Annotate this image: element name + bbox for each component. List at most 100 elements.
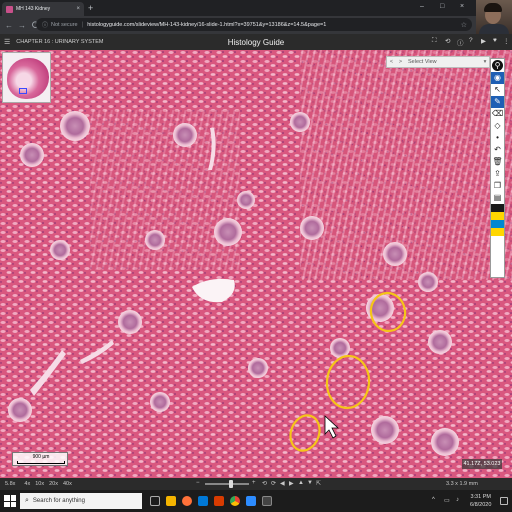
tray-overflow-icon[interactable]: ^ <box>432 497 435 503</box>
zoom-in-icon[interactable]: + <box>252 480 256 486</box>
info-icon[interactable]: ⓘ <box>42 20 48 29</box>
play-icon[interactable]: ▶ <box>481 37 486 45</box>
pan-right-icon[interactable]: ▶ <box>289 480 294 487</box>
zoom-out-icon[interactable]: − <box>196 480 200 486</box>
prev-view-button[interactable]: < <box>387 59 396 65</box>
glomerulus <box>383 242 407 266</box>
taskbar-search[interactable]: ⌕ Search for anything <box>20 493 142 509</box>
glomerulus <box>20 143 44 167</box>
info-icon[interactable]: ⓘ <box>457 37 464 47</box>
select-view-label[interactable]: Select View <box>405 59 481 65</box>
glomerulus <box>214 218 242 246</box>
chrome-icon[interactable] <box>230 496 240 506</box>
system-clock[interactable]: 3:31 PM 6/8/2020 <box>470 493 491 509</box>
help-icon[interactable]: ? <box>469 37 473 44</box>
slide-thumbnail[interactable] <box>2 52 51 103</box>
minimize-button[interactable]: – <box>420 3 424 10</box>
address-toolbar: ← → ⓘ Not secure | histologyguide.com/sl… <box>0 16 512 34</box>
notification-icon[interactable] <box>500 497 508 505</box>
glomerulus <box>150 392 170 412</box>
new-tab-button[interactable]: + <box>88 3 93 13</box>
zoom-10x-button[interactable]: 10x <box>35 481 44 487</box>
select-view-dropdown[interactable]: < > Select View ▾ <box>386 56 490 68</box>
zoom-4x-button[interactable]: 4x <box>24 481 30 487</box>
more-options-icon[interactable]: ⋮ <box>503 37 510 45</box>
glomerulus <box>418 272 438 292</box>
fullscreen-icon[interactable]: ⛶ <box>432 37 437 45</box>
browser-tab-bar: MH 143 Kidney × + – □ × <box>0 0 512 16</box>
glomerulus <box>428 330 452 354</box>
thumbnail-viewport-box[interactable] <box>19 88 27 94</box>
close-window-button[interactable]: × <box>460 3 464 10</box>
trash-tool-icon[interactable]: 🗑 <box>491 156 504 168</box>
task-view-icon[interactable] <box>150 496 160 506</box>
url-text[interactable]: histologyguide.com/slideview/MH-143-kidn… <box>87 22 461 28</box>
favicon-icon <box>6 5 13 13</box>
mail-icon[interactable] <box>198 496 208 506</box>
dot-tool-icon[interactable]: • <box>491 132 504 144</box>
tab-close-button[interactable]: × <box>76 6 80 12</box>
url-bar[interactable]: ⓘ Not secure | histologyguide.com/slidev… <box>36 18 472 31</box>
home-view-icon[interactable]: ⇱ <box>316 480 321 487</box>
slide-viewer[interactable]: < > Select View ▾ ⚲ ◉ ↖ ✎ ⌫ ◇ • ↶ 🗑 ⇪ ❐ ▤ 900 µm 41… <box>0 50 512 478</box>
doc-tool-icon[interactable]: ▤ <box>491 192 504 204</box>
field-dimensions: 3.3 x 1.9 mm <box>446 481 478 487</box>
glomerulus <box>60 111 90 141</box>
zoom-slider-knob[interactable] <box>229 480 233 488</box>
firefox-icon[interactable] <box>182 496 192 506</box>
copy-tool-icon[interactable]: ❐ <box>491 180 504 192</box>
chapter-label[interactable]: CHAPTER 16 : URINARY SYSTEM <box>16 39 103 45</box>
tab-title: MH 143 Kidney <box>16 6 51 12</box>
glomerulus <box>173 123 197 147</box>
forward-button[interactable]: → <box>18 21 26 30</box>
eye-tool-icon[interactable]: ◉ <box>491 72 504 84</box>
favorite-icon[interactable]: ♥ <box>493 37 497 44</box>
next-view-button[interactable]: > <box>396 59 405 65</box>
rotate-left-icon[interactable]: ⟲ <box>262 480 267 487</box>
color-swatch[interactable] <box>491 220 504 228</box>
color-swatch[interactable] <box>491 212 504 220</box>
windows-start-icon[interactable] <box>4 495 16 507</box>
volume-icon[interactable]: ♪ <box>456 497 459 503</box>
pointer-tool-icon[interactable]: ↖ <box>491 84 504 96</box>
windows-taskbar: ⌕ Search for anything ^ ▭ ♪ 3:31 PM 6/8/… <box>0 490 512 512</box>
marker-tool-icon[interactable]: ⚲ <box>492 60 503 71</box>
pen-tool-icon[interactable]: ✎ <box>491 96 504 108</box>
rotate-right-icon[interactable]: ⟳ <box>271 480 276 487</box>
zoom-app-icon[interactable] <box>246 496 256 506</box>
glomerulus <box>248 358 268 378</box>
pan-down-icon[interactable]: ▼ <box>307 480 313 486</box>
color-swatch[interactable] <box>491 204 504 212</box>
coordinate-readout: 41.17Z, 53.023 <box>462 459 502 469</box>
network-icon[interactable]: ▭ <box>444 497 450 504</box>
zoom-20x-button[interactable]: 20x <box>49 481 58 487</box>
pan-left-icon[interactable]: ◀ <box>280 480 285 487</box>
back-button[interactable]: ← <box>5 21 13 30</box>
glomerulus <box>50 240 70 260</box>
upload-tool-icon[interactable]: ⇪ <box>491 168 504 180</box>
powerpoint-icon[interactable] <box>214 496 224 506</box>
security-label: Not secure <box>51 21 78 28</box>
rotate-icon[interactable]: ⟲ <box>445 37 450 45</box>
kidney-tissue-image[interactable] <box>0 50 512 478</box>
url-separator: | <box>81 21 84 28</box>
glomerulus <box>300 216 324 240</box>
clock-time: 3:31 PM <box>470 494 491 500</box>
file-explorer-icon[interactable] <box>166 496 176 506</box>
chevron-down-icon[interactable]: ▾ <box>481 59 489 65</box>
color-swatch[interactable] <box>491 228 504 236</box>
eraser-tool-icon[interactable]: ⌫ <box>491 108 504 120</box>
browser-tab[interactable]: MH 143 Kidney × <box>2 2 84 16</box>
search-placeholder: Search for anything <box>32 498 85 504</box>
zoom-slider[interactable] <box>205 483 249 485</box>
maximize-button[interactable]: □ <box>440 3 444 10</box>
undo-tool-icon[interactable]: ↶ <box>491 144 504 156</box>
view-control-bar: 5.8x 4x 10x 20x 40x − + ⟲ ⟳ ◀ ▶ ▲ ▼ ⇱ 3.… <box>0 478 512 490</box>
pan-up-icon[interactable]: ▲ <box>298 480 304 486</box>
glomerulus <box>145 230 165 250</box>
hamburger-menu-icon[interactable]: ☰ <box>4 38 10 46</box>
tag-tool-icon[interactable]: ◇ <box>491 120 504 132</box>
bookmark-star-icon[interactable]: ☆ <box>461 21 467 29</box>
zoom-40x-button[interactable]: 40x <box>63 481 72 487</box>
app-icon[interactable] <box>262 496 272 506</box>
